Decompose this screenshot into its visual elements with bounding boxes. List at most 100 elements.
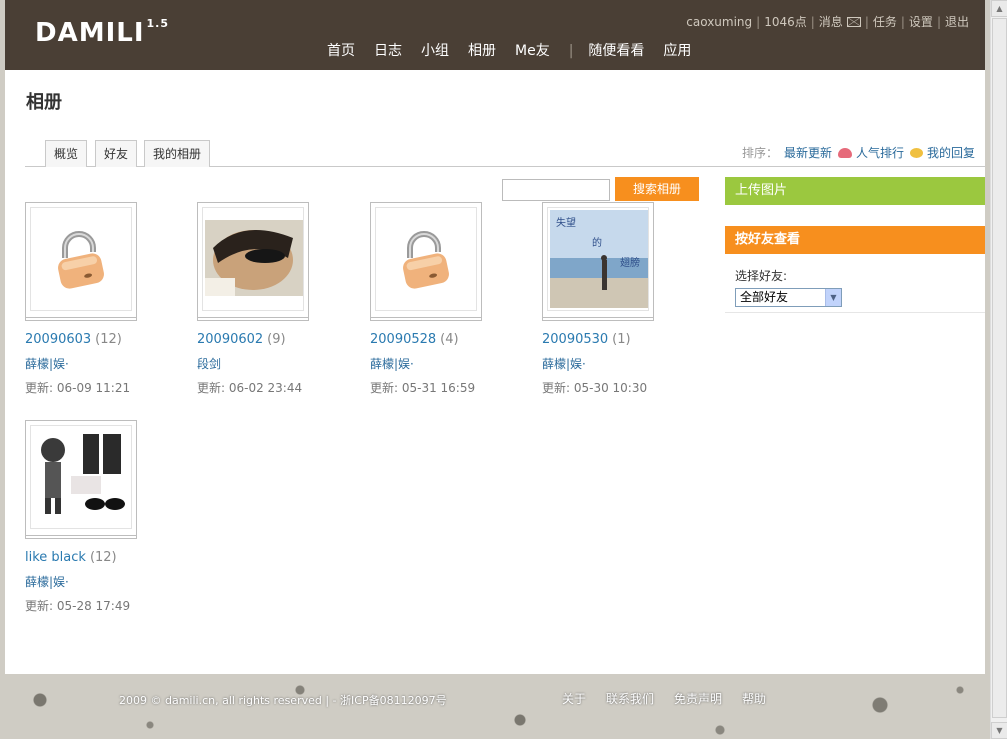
photo-caption-1: 失望	[556, 216, 576, 229]
album-owner-link[interactable]: 薛檬|娱·	[370, 355, 414, 372]
site-header: DAMILI 1.5 caoxuming | 1046点 | 消息 | 任务 | 设置 | 退出 首页…	[5, 0, 985, 70]
footer-about-link[interactable]: 关于	[562, 692, 586, 706]
album-updated: 更新: 05-30 10:30	[542, 381, 648, 395]
footer-links: 关于 联系我们 免责声明 帮助	[562, 690, 786, 707]
footer-disclaimer-link[interactable]: 免责声明	[674, 692, 722, 706]
album-name-link[interactable]: 20090530	[542, 332, 608, 347]
select-friend-label: 选择好友:	[735, 269, 788, 283]
album-title: like black (12)	[25, 550, 117, 565]
album-owner-link[interactable]: 段剑	[197, 355, 221, 372]
sort-popular-link[interactable]: 人气排行	[856, 146, 904, 160]
nav-blog[interactable]: 日志	[374, 43, 402, 59]
lock-icon	[403, 231, 449, 289]
album-search-input[interactable]	[502, 179, 610, 201]
tab-overview[interactable]: 概览	[45, 140, 88, 167]
page-title: 相册	[26, 92, 62, 113]
album-owner-link[interactable]: 薛檬|娱·	[542, 355, 586, 372]
album-thumbnail[interactable]	[197, 202, 309, 318]
separator: |	[756, 15, 761, 29]
album-thumbnail[interactable]	[25, 202, 137, 318]
tab-friends[interactable]: 好友	[95, 140, 138, 167]
friend-select-value: 全部好友	[740, 290, 789, 304]
site-logo[interactable]: DAMILI 1.5	[35, 17, 169, 48]
album-count: (4)	[440, 332, 459, 347]
thumbnail-image	[30, 207, 132, 311]
footer-contact-link[interactable]: 联系我们	[606, 692, 654, 706]
page-scrollbar[interactable]: ▲ ▼	[990, 0, 1007, 739]
album-count: (12)	[89, 550, 117, 565]
chevron-down-icon[interactable]: ▼	[825, 289, 841, 306]
photo-caption-2: 的	[592, 236, 602, 249]
separator: |	[936, 15, 941, 29]
album-thumbnail[interactable]	[370, 202, 482, 318]
album-name-link[interactable]: 20090603	[25, 332, 91, 347]
scrollbar-thumb[interactable]	[992, 18, 1007, 718]
beach-photo: 失望 的 翅膀	[548, 208, 648, 310]
heart-icon	[837, 148, 852, 158]
sidebar-divider	[725, 312, 985, 313]
nav-mefriends[interactable]: Me友	[515, 43, 550, 59]
album-thumbnail[interactable]	[25, 420, 137, 536]
thumbnail-image: 失望 的 翅膀	[547, 207, 649, 311]
nav-browse[interactable]: 随便看看	[588, 43, 644, 59]
sort-latest-link[interactable]: 最新更新	[784, 146, 832, 160]
username-link[interactable]: caoxuming	[686, 15, 752, 29]
nav-apps[interactable]: 应用	[663, 43, 691, 59]
nav-album[interactable]: 相册	[468, 43, 496, 59]
album-title: 20090528 (4)	[370, 332, 459, 347]
search-album-button[interactable]: 搜索相册	[615, 177, 699, 201]
portrait-photo	[203, 208, 303, 310]
main-nav: 首页 日志 小组 相册 Me友 | 随便看看 应用	[327, 40, 710, 60]
user-bar: caoxuming | 1046点 | 消息 | 任务 | 设置 | 退出	[686, 13, 969, 30]
content-panel: 相册 概览 好友 我的相册 排序： 最新更新 人气排行 我的回复 搜索相册 20090…	[5, 70, 985, 674]
album-updated: 更新: 06-09 11:21	[25, 381, 131, 395]
tab-my-albums[interactable]: 我的相册	[144, 140, 211, 167]
nav-groups[interactable]: 小组	[421, 43, 449, 59]
thumbnail-image	[375, 207, 477, 311]
fashion-photo	[31, 426, 131, 528]
album-name-link[interactable]: like black	[25, 550, 86, 565]
album-count: (12)	[95, 332, 122, 347]
logo-version: 1.5	[146, 17, 169, 31]
scroll-up-icon[interactable]: ▲	[991, 0, 1007, 17]
separator: |	[900, 15, 905, 29]
thumbnail-image	[30, 425, 132, 529]
album-thumbnail[interactable]: 失望 的 翅膀	[542, 202, 654, 318]
settings-link[interactable]: 设置	[909, 15, 933, 29]
album-owner-link[interactable]: 薛檬|娱·	[25, 355, 69, 372]
album-title: 20090530 (1)	[542, 332, 631, 347]
separator: |	[864, 15, 869, 29]
album-name-link[interactable]: 20090528	[370, 332, 436, 347]
logout-link[interactable]: 退出	[945, 15, 969, 29]
sort-label: 排序：	[741, 146, 778, 160]
tasks-link[interactable]: 任务	[873, 15, 897, 29]
nav-home[interactable]: 首页	[327, 43, 355, 59]
album-count: (9)	[267, 332, 286, 347]
nav-divider: |	[568, 43, 574, 59]
sort-my-replies-link[interactable]: 我的回复	[927, 146, 975, 160]
album-updated: 更新: 05-28 17:49	[25, 599, 131, 613]
messages-link[interactable]: 消息	[819, 15, 843, 29]
friend-select[interactable]: 全部好友 ▼	[735, 288, 842, 307]
sort-bar: 排序： 最新更新 人气排行 我的回复	[742, 144, 975, 161]
thumbnail-image	[202, 207, 304, 311]
separator: |	[810, 15, 815, 29]
album-title: 20090602 (9)	[197, 332, 286, 347]
view-by-friends-heading: 按好友查看	[725, 226, 985, 254]
points-link[interactable]: 1046点	[764, 15, 807, 29]
scroll-down-icon[interactable]: ▼	[991, 722, 1007, 739]
album-owner-link[interactable]: 薛檬|娱·	[25, 573, 69, 590]
album-count: (1)	[612, 332, 631, 347]
upload-photos-button[interactable]: 上传图片	[725, 177, 985, 205]
footer-help-link[interactable]: 帮助	[742, 692, 766, 706]
mail-icon[interactable]	[846, 17, 861, 27]
album-updated: 更新: 06-02 23:44	[197, 381, 303, 395]
album-name-link[interactable]: 20090602	[197, 332, 263, 347]
logo-text: DAMILI	[35, 18, 145, 48]
smile-icon	[909, 148, 923, 158]
album-title: 20090603 (12)	[25, 332, 122, 347]
footer-copyright: 2009 © damili.cn, all rights reserved | …	[119, 694, 447, 707]
album-updated: 更新: 05-31 16:59	[370, 381, 476, 395]
photo-caption-3: 翅膀	[620, 256, 640, 269]
lock-icon	[58, 231, 104, 289]
